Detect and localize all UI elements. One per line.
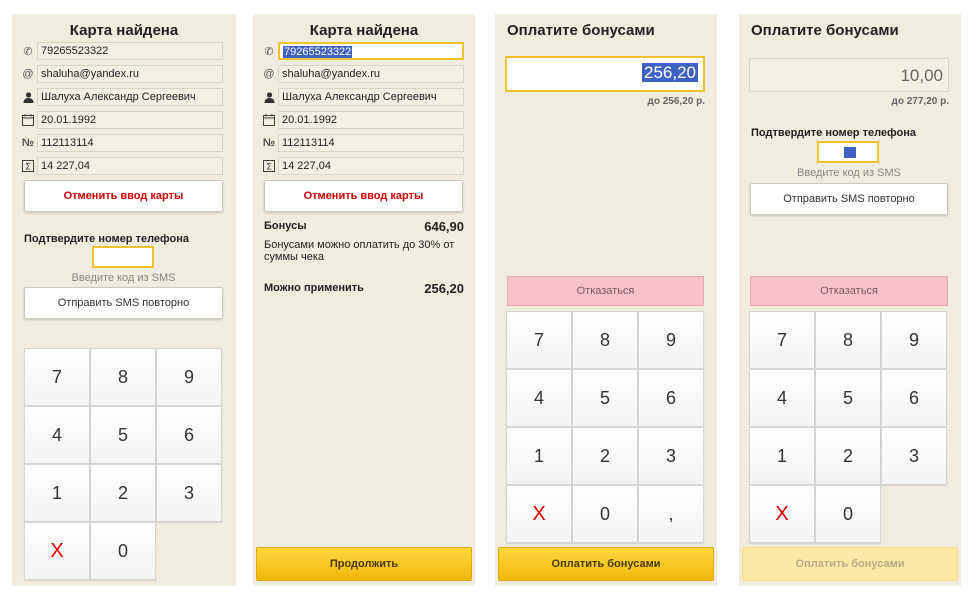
number-icon: №: [262, 137, 276, 149]
key-2[interactable]: 2: [815, 427, 881, 485]
key-clear[interactable]: X: [506, 485, 572, 543]
key-clear[interactable]: X: [749, 485, 815, 543]
panel-pay-bonus-keypad: Оплатите бонусами 256,20 до 256,20 р. От…: [495, 14, 717, 586]
key-9[interactable]: 9: [156, 348, 222, 406]
name-field[interactable]: Шалуха Александр Сергеевич: [260, 88, 464, 106]
key-1[interactable]: 1: [24, 464, 90, 522]
panel-title: Карта найдена: [69, 22, 179, 39]
keypad: 7 8 9 4 5 6 1 2 3 X 0: [24, 348, 222, 580]
key-3[interactable]: 3: [881, 427, 947, 485]
sum-icon: Σ: [19, 157, 37, 175]
phone-field[interactable]: ✆ 79265523322: [260, 42, 464, 60]
key-5[interactable]: 5: [815, 369, 881, 427]
number-icon: №: [21, 137, 35, 149]
calendar-icon: [260, 111, 278, 129]
refuse-button[interactable]: Отказаться: [507, 276, 704, 306]
key-2[interactable]: 2: [572, 427, 638, 485]
sum-field[interactable]: Σ 14 227,04: [19, 157, 223, 175]
bonus-amount-input[interactable]: 10,00: [749, 58, 949, 92]
email-field[interactable]: @ shaluha@yandex.ru: [260, 65, 464, 83]
limit-text: до 256,20 р.: [647, 96, 706, 107]
input-cursor: [844, 147, 856, 158]
key-9[interactable]: 9: [638, 311, 704, 369]
panel-card-found-sms: Карта найдена ✆ 79265523322 @ shaluha@ya…: [12, 14, 236, 586]
panel-title: Карта найдена: [309, 22, 419, 39]
bonus-value: 646,90: [424, 219, 464, 234]
limit-text: до 277,20 р.: [891, 96, 950, 107]
sum-field[interactable]: Σ 14 227,04: [260, 157, 464, 175]
key-3[interactable]: 3: [638, 427, 704, 485]
key-clear[interactable]: X: [24, 522, 90, 580]
birthdate-field[interactable]: 20.01.1992: [19, 111, 223, 129]
key-2[interactable]: 2: [90, 464, 156, 522]
calendar-icon: [19, 111, 37, 129]
key-9[interactable]: 9: [881, 311, 947, 369]
key-4[interactable]: 4: [749, 369, 815, 427]
cancel-card-button[interactable]: Отменить ввод карты: [264, 180, 463, 212]
keypad: 7 8 9 4 5 6 1 2 3 X 0: [749, 311, 947, 543]
key-0[interactable]: 0: [90, 522, 156, 580]
sms-code-input[interactable]: [92, 246, 154, 268]
phone-field[interactable]: ✆ 79265523322: [19, 42, 223, 60]
phone-icon: ✆: [264, 45, 274, 58]
key-8[interactable]: 8: [572, 311, 638, 369]
at-icon: @: [263, 68, 275, 80]
key-8[interactable]: 8: [90, 348, 156, 406]
key-1[interactable]: 1: [749, 427, 815, 485]
keypad: 7 8 9 4 5 6 1 2 3 X 0 ,: [506, 311, 704, 543]
sum-icon: Σ: [260, 157, 278, 175]
sms-hint: Введите код из SMS: [797, 167, 901, 179]
svg-text:Σ: Σ: [266, 163, 272, 173]
person-icon: [19, 88, 37, 106]
cancel-card-button[interactable]: Отменить ввод карты: [24, 180, 223, 212]
at-icon: @: [22, 68, 34, 80]
confirm-phone-label: Подтвердите номер телефона: [24, 233, 190, 245]
bonus-note: Бонусами можно оплатить до 30% от суммы …: [264, 239, 455, 263]
email-field[interactable]: @ shaluha@yandex.ru: [19, 65, 223, 83]
resend-sms-button[interactable]: Отправить SMS повторно: [24, 287, 223, 319]
key-4[interactable]: 4: [24, 406, 90, 464]
key-7[interactable]: 7: [749, 311, 815, 369]
key-5[interactable]: 5: [572, 369, 638, 427]
bonus-label: Бонусы: [264, 220, 307, 232]
panel-pay-bonus-sms: Оплатите бонусами 10,00 до 277,20 р. Под…: [739, 14, 961, 586]
card-number-field[interactable]: № 112113114: [19, 134, 223, 152]
key-comma[interactable]: ,: [638, 485, 704, 543]
panel-title: Оплатите бонусами: [751, 22, 899, 39]
key-7[interactable]: 7: [506, 311, 572, 369]
key-6[interactable]: 6: [638, 369, 704, 427]
person-icon: [260, 88, 278, 106]
apply-value: 256,20: [424, 281, 464, 296]
key-4[interactable]: 4: [506, 369, 572, 427]
refuse-button[interactable]: Отказаться: [750, 276, 948, 306]
name-field[interactable]: Шалуха Александр Сергеевич: [19, 88, 223, 106]
pay-bonus-button[interactable]: Оплатить бонусами: [742, 547, 958, 581]
key-1[interactable]: 1: [506, 427, 572, 485]
key-6[interactable]: 6: [881, 369, 947, 427]
sms-hint: Введите код из SMS: [71, 272, 176, 284]
card-number-field[interactable]: № 112113114: [260, 134, 464, 152]
key-8[interactable]: 8: [815, 311, 881, 369]
key-0[interactable]: 0: [572, 485, 638, 543]
resend-sms-button[interactable]: Отправить SMS повторно: [750, 183, 948, 215]
key-7[interactable]: 7: [24, 348, 90, 406]
sms-code-input[interactable]: [817, 141, 879, 163]
key-6[interactable]: 6: [156, 406, 222, 464]
bonus-amount-input[interactable]: 256,20: [505, 56, 705, 92]
pay-bonus-button[interactable]: Оплатить бонусами: [498, 547, 714, 581]
apply-label: Можно применить: [264, 282, 364, 294]
phone-icon: ✆: [23, 45, 33, 58]
continue-button[interactable]: Продолжить: [256, 547, 472, 581]
panel-card-found-bonus: Карта найдена ✆ 79265523322 @ shaluha@ya…: [253, 14, 475, 586]
key-0[interactable]: 0: [815, 485, 881, 543]
key-3[interactable]: 3: [156, 464, 222, 522]
key-5[interactable]: 5: [90, 406, 156, 464]
svg-text:Σ: Σ: [25, 163, 31, 173]
panel-title: Оплатите бонусами: [507, 22, 655, 39]
birthdate-field[interactable]: 20.01.1992: [260, 111, 464, 129]
confirm-phone-label: Подтвердите номер телефона: [751, 127, 917, 139]
